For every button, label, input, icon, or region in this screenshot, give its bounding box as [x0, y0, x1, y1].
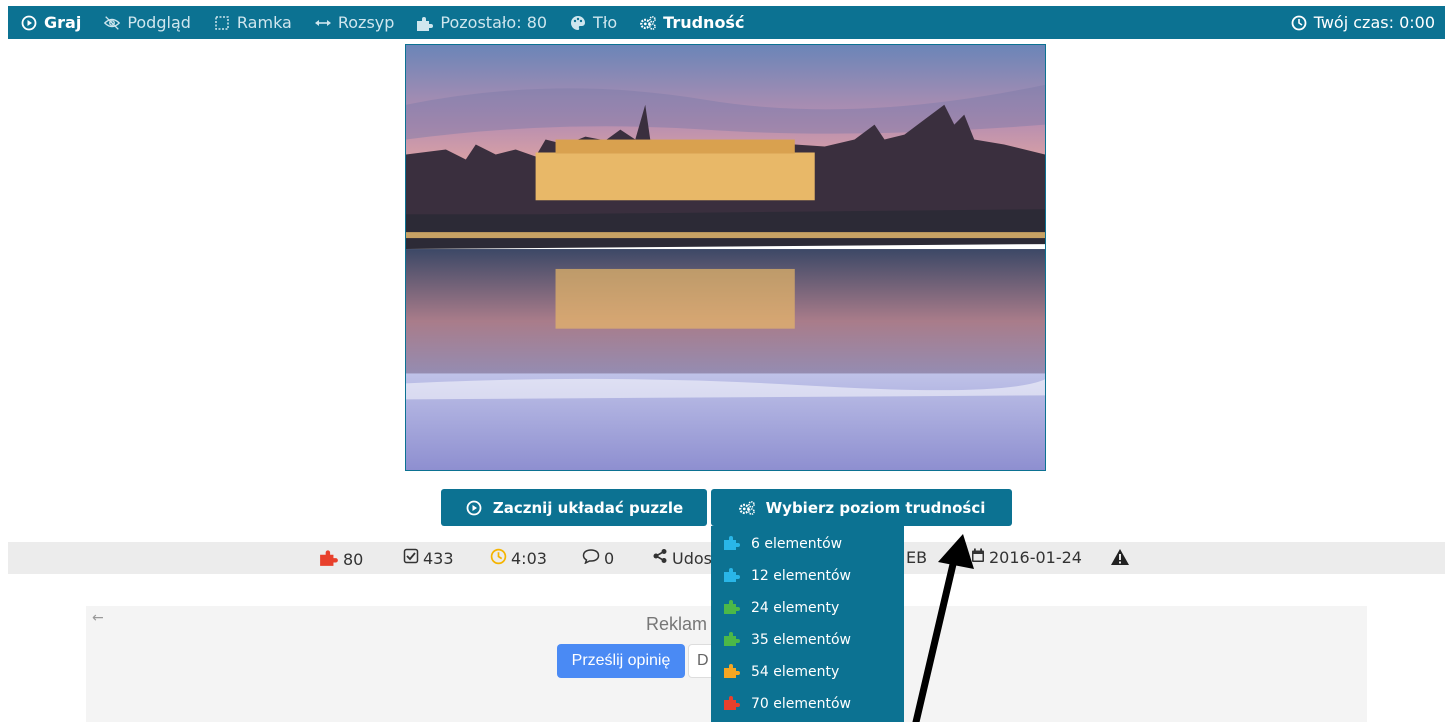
stat-comments-value: 0 [604, 548, 615, 568]
share-link[interactable]: Udos [652, 548, 712, 568]
scatter-label: Rozsyp [337, 13, 395, 32]
difficulty-button[interactable]: Trudność [639, 13, 744, 32]
difficulty-option-35[interactable]: 35 elementów [711, 624, 904, 656]
difficulty-option-label: 54 elementy [751, 664, 840, 680]
play-circle-icon [465, 499, 483, 517]
difficulty-option-label: 12 elementów [751, 568, 852, 584]
puzzle-piece-icon [723, 630, 741, 650]
timer-label: Twój czas: 0:00 [1313, 13, 1435, 32]
difficulty-option-24[interactable]: 24 elementy [711, 592, 904, 624]
play-button[interactable]: Graj [20, 13, 81, 32]
timer-display: Twój czas: 0:00 [1290, 13, 1435, 32]
stat-date: 2016-01-24 [971, 548, 1082, 567]
difficulty-option-label: 24 elementy [751, 600, 840, 616]
calendar-icon [971, 548, 985, 567]
share-label: Udos [672, 548, 712, 568]
scatter-button[interactable]: Rozsyp [314, 13, 395, 32]
puzzle-piece-icon [416, 14, 434, 32]
stat-solved: 433 [403, 548, 454, 568]
difficulty-option-label: 6 elementów [751, 536, 843, 552]
play-circle-icon [20, 14, 38, 32]
difficulty-option-70[interactable]: 70 elementów [711, 688, 904, 720]
clock-icon [1290, 14, 1308, 32]
difficulty-option-12[interactable]: 12 elementów [711, 560, 904, 592]
send-feedback-button[interactable]: Prześlij opinię [557, 644, 685, 678]
puzzle-piece-icon [723, 694, 741, 714]
stat-partial: EB [906, 548, 927, 567]
warsaw-castle-picture [406, 45, 1045, 470]
eye-slash-icon [103, 14, 121, 32]
preview-label: Podgląd [127, 13, 191, 32]
background-label: Tło [593, 13, 618, 32]
start-puzzle-label: Zacznij układać puzzle [492, 498, 684, 517]
share-icon [652, 548, 668, 568]
stat-time: 4:03 [490, 548, 547, 569]
puzzle-piece-icon [723, 534, 741, 554]
palette-icon [569, 14, 587, 32]
frame-label: Ramka [236, 13, 292, 32]
difficulty-label: Trudność [663, 13, 745, 32]
puzzle-preview-image [405, 44, 1046, 471]
stat-solved-value: 433 [423, 548, 454, 568]
comment-icon [582, 548, 600, 568]
remaining-indicator: Pozostało: 80 [416, 13, 547, 32]
report-button[interactable] [1110, 548, 1130, 570]
check-square-icon [403, 548, 419, 568]
cogs-icon [738, 499, 756, 517]
remaining-label: Pozostało: 80 [440, 13, 548, 32]
warning-icon [1110, 548, 1130, 570]
start-puzzle-button[interactable]: Zacznij układać puzzle [441, 489, 707, 526]
stat-partial-value: EB [906, 548, 928, 567]
stat-time-value: 4:03 [511, 549, 547, 568]
choose-difficulty-label: Wybierz poziom trudności [765, 498, 986, 517]
arrows-horizontal-icon [314, 14, 332, 32]
puzzle-piece-icon [319, 548, 339, 570]
play-label: Graj [44, 13, 82, 32]
difficulty-option-label: 70 elementów [751, 696, 852, 712]
frame-icon [213, 14, 231, 32]
difficulty-option-54[interactable]: 54 elementy [711, 656, 904, 688]
ad-title: Reklam [646, 614, 708, 634]
puzzle-piece-icon [723, 566, 741, 586]
background-button[interactable]: Tło [569, 13, 617, 32]
clock-icon [490, 548, 507, 569]
top-toolbar: Graj Podgląd Ramka Rozsyp Pozostało: 80 … [8, 6, 1445, 39]
puzzle-piece-icon [723, 598, 741, 618]
difficulty-option-6[interactable]: 6 elementów [711, 528, 904, 560]
puzzle-piece-icon [723, 662, 741, 682]
stat-pieces-value: 80 [343, 549, 364, 569]
back-arrow-icon[interactable]: ← [92, 610, 104, 626]
difficulty-dropdown: 6 elementów 12 elementów 24 elementy 35 … [711, 526, 904, 722]
difficulty-option-label: 35 elementów [751, 632, 852, 648]
stat-date-value: 2016-01-24 [989, 548, 1082, 567]
choose-difficulty-button[interactable]: Wybierz poziom trudności [711, 489, 1012, 526]
stat-comments[interactable]: 0 [582, 548, 614, 568]
cogs-icon [639, 14, 657, 32]
preview-button[interactable]: Podgląd [103, 13, 191, 32]
stat-pieces: 80 [319, 548, 363, 570]
frame-button[interactable]: Ramka [213, 13, 292, 32]
